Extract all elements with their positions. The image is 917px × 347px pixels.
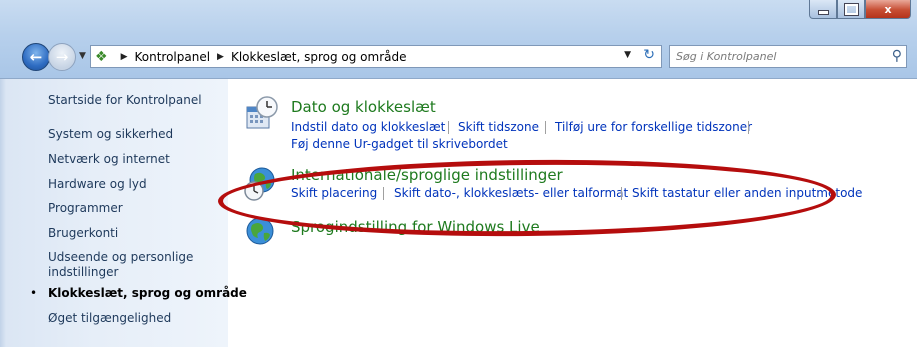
breadcrumb-separator-icon[interactable]: ▶ bbox=[121, 52, 128, 62]
sidebar-item-hardware[interactable]: Hardware og lyd bbox=[48, 177, 147, 191]
sidebar-item-appearance-line2[interactable]: indstillinger bbox=[48, 265, 118, 279]
link-separator bbox=[748, 121, 749, 134]
link-add-clocks[interactable]: Tilføj ure for forskellige tidszoner bbox=[555, 120, 752, 134]
window-controls: x bbox=[809, 0, 911, 19]
close-button[interactable]: x bbox=[865, 0, 911, 19]
recent-pages-dropdown[interactable]: ▼ bbox=[79, 51, 86, 61]
breadcrumb-current[interactable]: Klokkeslæt, sprog og område bbox=[231, 50, 407, 64]
forward-button[interactable]: → bbox=[48, 43, 76, 71]
sidebar-item-appearance[interactable]: Udseende og personlige bbox=[48, 250, 193, 264]
sidebar-item-programs[interactable]: Programmer bbox=[48, 201, 123, 215]
search-box[interactable]: ⚲ bbox=[669, 45, 907, 68]
sidebar-item-system[interactable]: System og sikkerhed bbox=[48, 127, 173, 141]
control-panel-icon: ❖ bbox=[95, 48, 108, 65]
link-separator bbox=[448, 121, 449, 134]
link-set-date-time[interactable]: Indstil dato og klokkeslæt bbox=[291, 120, 445, 134]
maximize-icon bbox=[843, 2, 859, 16]
breadcrumb-separator-icon[interactable]: ▶ bbox=[217, 52, 224, 62]
navigation-bar: ← → ▼ ❖ ▶ Kontrolpanel ▶ Klokkeslæt, spr… bbox=[0, 40, 917, 74]
breadcrumb-kontrolpanel[interactable]: Kontrolpanel bbox=[134, 50, 210, 64]
back-button[interactable]: ← bbox=[22, 43, 50, 71]
category-title-date-time[interactable]: Dato og klokkeslæt bbox=[291, 98, 436, 116]
link-add-clock-gadget[interactable]: Føj denne Ur-gadget til skrivebordet bbox=[291, 137, 508, 151]
sidebar-home-link[interactable]: Startside for Kontrolpanel bbox=[48, 93, 202, 107]
window-chrome: x ← → ▼ ❖ ▶ Kontrolpanel ▶ Klokkeslæt, s… bbox=[0, 0, 917, 79]
link-separator bbox=[545, 121, 546, 134]
link-change-timezone[interactable]: Skift tidszone bbox=[458, 120, 539, 134]
maximize-button[interactable] bbox=[837, 0, 865, 19]
sidebar-item-clock-language-region: Klokkeslæt, sprog og område bbox=[48, 286, 247, 300]
refresh-icon[interactable]: ↻ bbox=[643, 47, 655, 63]
forward-arrow-icon: → bbox=[55, 48, 69, 66]
left-navigation-pane: Startside for Kontrolpanel System og sik… bbox=[6, 79, 247, 347]
current-item-bullet: • bbox=[30, 286, 38, 300]
search-input[interactable] bbox=[674, 49, 878, 64]
sidebar-item-network[interactable]: Netværk og internet bbox=[48, 152, 170, 166]
clock-calendar-icon[interactable] bbox=[245, 96, 279, 136]
search-icon[interactable]: ⚲ bbox=[892, 48, 902, 64]
close-icon: x bbox=[884, 2, 892, 16]
sidebar-item-accessibility[interactable]: Øget tilgængelighed bbox=[48, 311, 171, 325]
sidebar-item-accounts[interactable]: Brugerkonti bbox=[48, 226, 118, 240]
back-arrow-icon: ← bbox=[29, 48, 43, 66]
address-dropdown-icon[interactable]: ▼ bbox=[624, 50, 631, 60]
minimize-button[interactable] bbox=[809, 0, 837, 19]
minimize-icon bbox=[817, 9, 829, 15]
address-bar[interactable]: ❖ ▶ Kontrolpanel ▶ Klokkeslæt, sprog og … bbox=[90, 45, 662, 68]
